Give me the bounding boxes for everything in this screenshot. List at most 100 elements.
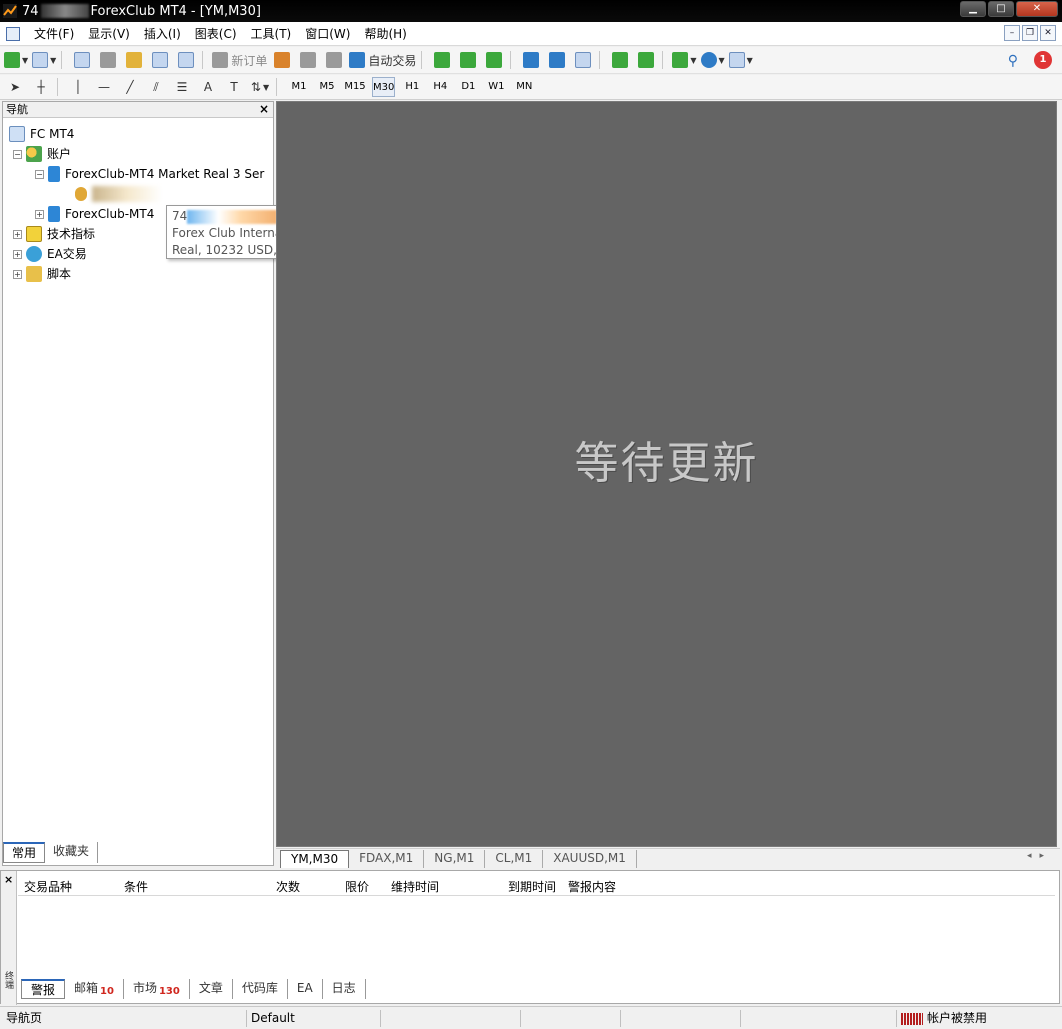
document-icon[interactable] — [6, 26, 20, 41]
candlestick-button[interactable] — [457, 49, 479, 71]
cursor-button[interactable]: ➤ — [4, 76, 26, 98]
close-icon[interactable]: × — [4, 873, 13, 886]
tab-favorites[interactable]: 收藏夹 — [45, 842, 99, 863]
strategy-tester-button[interactable] — [175, 49, 197, 71]
chart-tab-fdax-m1[interactable]: FDAX,M1 — [349, 849, 425, 868]
tree-accounts[interactable]: − 账户 — [13, 144, 71, 164]
zoom-out-button[interactable] — [546, 49, 568, 71]
tree-account-entry[interactable] — [75, 184, 162, 204]
new-order-button[interactable]: 新订单 — [212, 49, 267, 71]
mdi-restore-button[interactable]: ❐ — [1022, 25, 1038, 41]
column-expiration[interactable]: 到期时间 — [508, 878, 556, 895]
timeframe-h1[interactable]: H1 — [401, 77, 423, 97]
tab-code-base[interactable]: 代码库 — [233, 979, 288, 999]
market-watch-button[interactable] — [71, 49, 93, 71]
tree-scripts[interactable]: + 脚本 — [13, 264, 71, 284]
timeframe-d1[interactable]: D1 — [457, 77, 479, 97]
tab-alerts[interactable]: 警报 — [21, 979, 66, 999]
fibonacci-button[interactable]: ☰ — [171, 76, 193, 98]
data-window-button[interactable] — [97, 49, 119, 71]
column-condition[interactable]: 条件 — [124, 878, 148, 895]
window-title: 74 ForexClub MT4 - [YM,M30] — [22, 4, 261, 19]
menu-file[interactable]: 文件(F) — [34, 25, 74, 42]
bar-chart-button[interactable] — [431, 49, 453, 71]
tree-root[interactable]: FC MT4 — [9, 124, 74, 144]
column-counter[interactable]: 次数 — [276, 878, 300, 895]
timeframe-h4[interactable]: H4 — [429, 77, 451, 97]
menu-tools[interactable]: 工具(T) — [251, 25, 292, 42]
terminal-button[interactable] — [149, 49, 171, 71]
tab-scroll-arrows[interactable]: ◂▸ — [1027, 851, 1052, 861]
chart-tab-ng-m1[interactable]: NG,M1 — [424, 849, 486, 868]
crosshair-button[interactable]: ┼ — [30, 76, 52, 98]
chart-tab-xauusd-m1[interactable]: XAUUSD,M1 — [543, 849, 637, 868]
tab-mailbox[interactable]: 邮箱 10 — [65, 979, 124, 999]
tab-experts[interactable]: EA — [288, 979, 323, 999]
tab-market[interactable]: 市场 130 — [124, 979, 190, 999]
menu-view[interactable]: 显示(V) — [88, 25, 130, 42]
collapse-icon[interactable]: − — [35, 169, 44, 179]
tree-server-2[interactable]: + ForexClub-MT4 — [35, 204, 154, 224]
tile-windows-button[interactable] — [572, 49, 594, 71]
expand-icon[interactable]: + — [13, 269, 22, 279]
timeframe-m30[interactable]: M30 — [372, 77, 396, 97]
maximize-button[interactable]: □ — [988, 1, 1014, 17]
chart-tab-ym-m30[interactable]: YM,M30 — [280, 849, 350, 868]
notification-badge[interactable]: 1 — [1034, 51, 1052, 69]
zoom-in-button[interactable] — [520, 49, 542, 71]
column-limit[interactable]: 限价 — [345, 878, 369, 895]
menu-window[interactable]: 窗口(W) — [305, 25, 350, 42]
timeframe-w1[interactable]: W1 — [485, 77, 507, 97]
broadcast-button[interactable] — [323, 49, 345, 71]
templates-button[interactable]: ▼ — [728, 49, 753, 71]
tree-indicators[interactable]: + 技术指标 — [13, 224, 95, 244]
trendline-button[interactable]: ╱ — [119, 76, 141, 98]
timeframe-mn[interactable]: MN — [513, 77, 535, 97]
new-chart-button[interactable]: ▼ — [4, 49, 28, 71]
mdi-close-button[interactable]: ✕ — [1040, 25, 1056, 41]
timeframe-m15[interactable]: M15 — [344, 77, 366, 97]
tab-common[interactable]: 常用 — [3, 842, 46, 863]
mdi-minimize-button[interactable]: – — [1004, 25, 1020, 41]
navigator-button[interactable] — [123, 49, 145, 71]
arrows-button[interactable]: ⇅ ▼ — [249, 76, 271, 98]
horizontal-line-button[interactable]: — — [93, 76, 115, 98]
close-button[interactable]: ✕ — [1016, 1, 1058, 17]
chart-tab-cl-m1[interactable]: CL,M1 — [485, 849, 544, 868]
text-button[interactable]: A — [197, 76, 219, 98]
tree-experts[interactable]: + EA交易 — [13, 244, 87, 264]
tab-code-base-label: 代码库 — [241, 981, 278, 995]
column-event[interactable]: 警报内容 — [568, 878, 616, 895]
periods-button[interactable]: ▼ — [700, 49, 725, 71]
line-chart-button[interactable] — [483, 49, 505, 71]
tab-articles[interactable]: 文章 — [190, 979, 233, 999]
vertical-line-button[interactable]: │ — [67, 76, 89, 98]
auto-scroll-button[interactable] — [609, 49, 631, 71]
column-symbol[interactable]: 交易品种 — [24, 878, 72, 895]
chart-shift-button[interactable] — [635, 49, 657, 71]
timeframe-m1[interactable]: M1 — [288, 77, 310, 97]
menu-charts[interactable]: 图表(C) — [195, 25, 237, 42]
timeframe-m5[interactable]: M5 — [316, 77, 338, 97]
expand-icon[interactable]: + — [35, 209, 44, 219]
text-label-button[interactable]: T — [223, 76, 245, 98]
minimize-button[interactable]: ▁ — [960, 1, 986, 17]
chart-window[interactable]: 等待更新 — [276, 101, 1057, 847]
indicators-button[interactable]: ▼ — [672, 49, 697, 71]
connection-status[interactable]: 帐户被禁用 — [896, 1010, 987, 1027]
expand-icon[interactable]: + — [13, 249, 22, 259]
channel-button[interactable]: ⫽ — [145, 76, 167, 98]
menu-insert[interactable]: 插入(I) — [144, 25, 181, 42]
profiles-button[interactable]: ▼ — [32, 49, 56, 71]
close-icon[interactable]: × — [259, 102, 269, 117]
menu-help[interactable]: 帮助(H) — [364, 25, 406, 42]
column-timeout[interactable]: 维持时间 — [391, 878, 439, 895]
signals-button[interactable] — [297, 49, 319, 71]
auto-trading-button[interactable]: 自动交易 — [349, 49, 416, 71]
collapse-icon[interactable]: − — [13, 149, 22, 159]
tree-server-1[interactable]: − ForexClub-MT4 Market Real 3 Ser — [35, 164, 264, 184]
tab-journal[interactable]: 日志 — [323, 979, 366, 999]
metaeditor-button[interactable] — [271, 49, 293, 71]
search-icon[interactable]: ⚲ — [1008, 53, 1018, 69]
expand-icon[interactable]: + — [13, 229, 22, 239]
